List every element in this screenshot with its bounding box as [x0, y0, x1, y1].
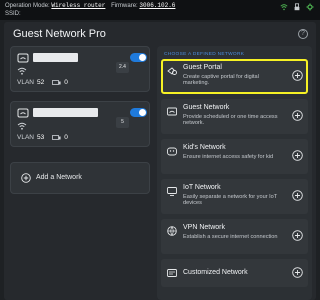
option-description: Easily separate a network for your IoT d… — [183, 194, 278, 207]
network-toggle[interactable] — [130, 108, 147, 117]
network-name-redacted — [33, 108, 98, 117]
operation-mode-line: Operation Mode: Wireless router Firmware… — [5, 2, 175, 9]
devices-icon — [52, 79, 61, 85]
network-list: 2.4 VLAN 52 0 5 VLAN 53 0 Add a Network — [10, 46, 150, 296]
ssid-label: SSID: — [5, 11, 21, 17]
device-count: 0 — [64, 134, 68, 141]
option-title: Guest Portal — [183, 64, 222, 71]
option-kids-network[interactable]: Kid's Network Ensure internet access saf… — [161, 139, 308, 174]
status-bar: Operation Mode: Wireless router Firmware… — [0, 0, 320, 20]
network-name-redacted — [33, 53, 78, 62]
network-band-icon — [17, 108, 29, 118]
option-title: VPN Network — [183, 224, 226, 231]
option-guest-portal[interactable]: Guest Portal Create captive portal for d… — [161, 59, 308, 94]
usb-icon[interactable] — [293, 3, 301, 11]
option-description: Provide scheduled or one time access net… — [183, 114, 278, 127]
option-guest-network[interactable]: Guest Network Provide scheduled or one t… — [161, 99, 308, 134]
portal-icon — [167, 67, 177, 75]
section-caption: CHOOSE A DEFINED NETWORK — [164, 52, 245, 57]
vlan-label: VLAN — [17, 134, 34, 141]
vlan-value: 52 — [36, 79, 45, 86]
add-circle-icon[interactable] — [292, 267, 303, 278]
add-circle-icon[interactable] — [292, 230, 303, 241]
settings-status-icon[interactable] — [306, 3, 314, 11]
add-network-button[interactable]: Add a Network — [10, 162, 150, 194]
add-circle-icon[interactable] — [292, 190, 303, 201]
toggle-knob — [139, 54, 146, 61]
option-customized-network[interactable]: Customized Network — [161, 259, 308, 287]
option-description: Create captive portal for digital market… — [183, 74, 259, 87]
toggle-knob — [139, 109, 146, 116]
guest-network-icon — [167, 107, 177, 116]
option-description: Establish a secure internet connection — [183, 234, 278, 240]
ssid-line: SSID: — [5, 11, 21, 17]
vpn-network-icon — [167, 226, 177, 236]
vlan-info: VLAN 53 0 — [17, 134, 68, 141]
vlan-info: VLAN 52 0 — [17, 79, 68, 86]
wifi-status-icon[interactable] — [280, 3, 288, 11]
add-circle-icon[interactable] — [292, 110, 303, 121]
devices-icon — [52, 134, 61, 140]
network-type-options: CHOOSE A DEFINED NETWORK Guest Portal Cr… — [157, 46, 312, 300]
status-icons — [280, 3, 314, 11]
add-circle-icon — [21, 173, 31, 183]
customized-network-icon — [167, 269, 177, 277]
option-title: Guest Network — [183, 104, 230, 111]
iot-network-icon — [167, 187, 177, 196]
option-title: IoT Network — [183, 184, 221, 191]
network-band-icon — [17, 53, 29, 63]
network-card-1[interactable]: 2.4 VLAN 52 0 — [10, 46, 150, 92]
vlan-value: 53 — [36, 134, 45, 141]
vlan-label: VLAN — [17, 79, 34, 86]
band-badge: 5 — [116, 117, 129, 128]
guest-network-pro-panel: Guest Network Pro ? 2.4 VLAN 52 0 5 VLAN… — [4, 22, 316, 300]
option-description: Ensure internet access safety for kid — [183, 154, 274, 160]
band-badge: 2.4 — [116, 62, 129, 73]
firmware-link[interactable]: 3006.102.6 — [139, 2, 175, 9]
page-title: Guest Network Pro — [13, 28, 106, 40]
network-card-2[interactable]: 5 VLAN 53 0 — [10, 101, 150, 147]
option-vpn-network[interactable]: VPN Network Establish a secure internet … — [161, 219, 308, 254]
add-circle-icon[interactable] — [292, 70, 303, 81]
option-title: Customized Network — [183, 269, 248, 276]
option-title: Kid's Network — [183, 144, 226, 151]
operation-mode-label: Operation Mode: — [5, 3, 50, 9]
kids-network-icon — [167, 147, 177, 156]
firmware-label: Firmware: — [111, 3, 138, 9]
operation-mode-link[interactable]: Wireless router — [51, 2, 105, 9]
option-iot-network[interactable]: IoT Network Easily separate a network fo… — [161, 179, 308, 214]
add-circle-icon[interactable] — [292, 150, 303, 161]
wifi-icon — [17, 122, 27, 130]
device-count: 0 — [64, 79, 68, 86]
add-network-label: Add a Network — [36, 174, 82, 181]
help-icon[interactable]: ? — [298, 29, 308, 39]
network-toggle[interactable] — [130, 53, 147, 62]
wifi-icon — [17, 67, 27, 75]
